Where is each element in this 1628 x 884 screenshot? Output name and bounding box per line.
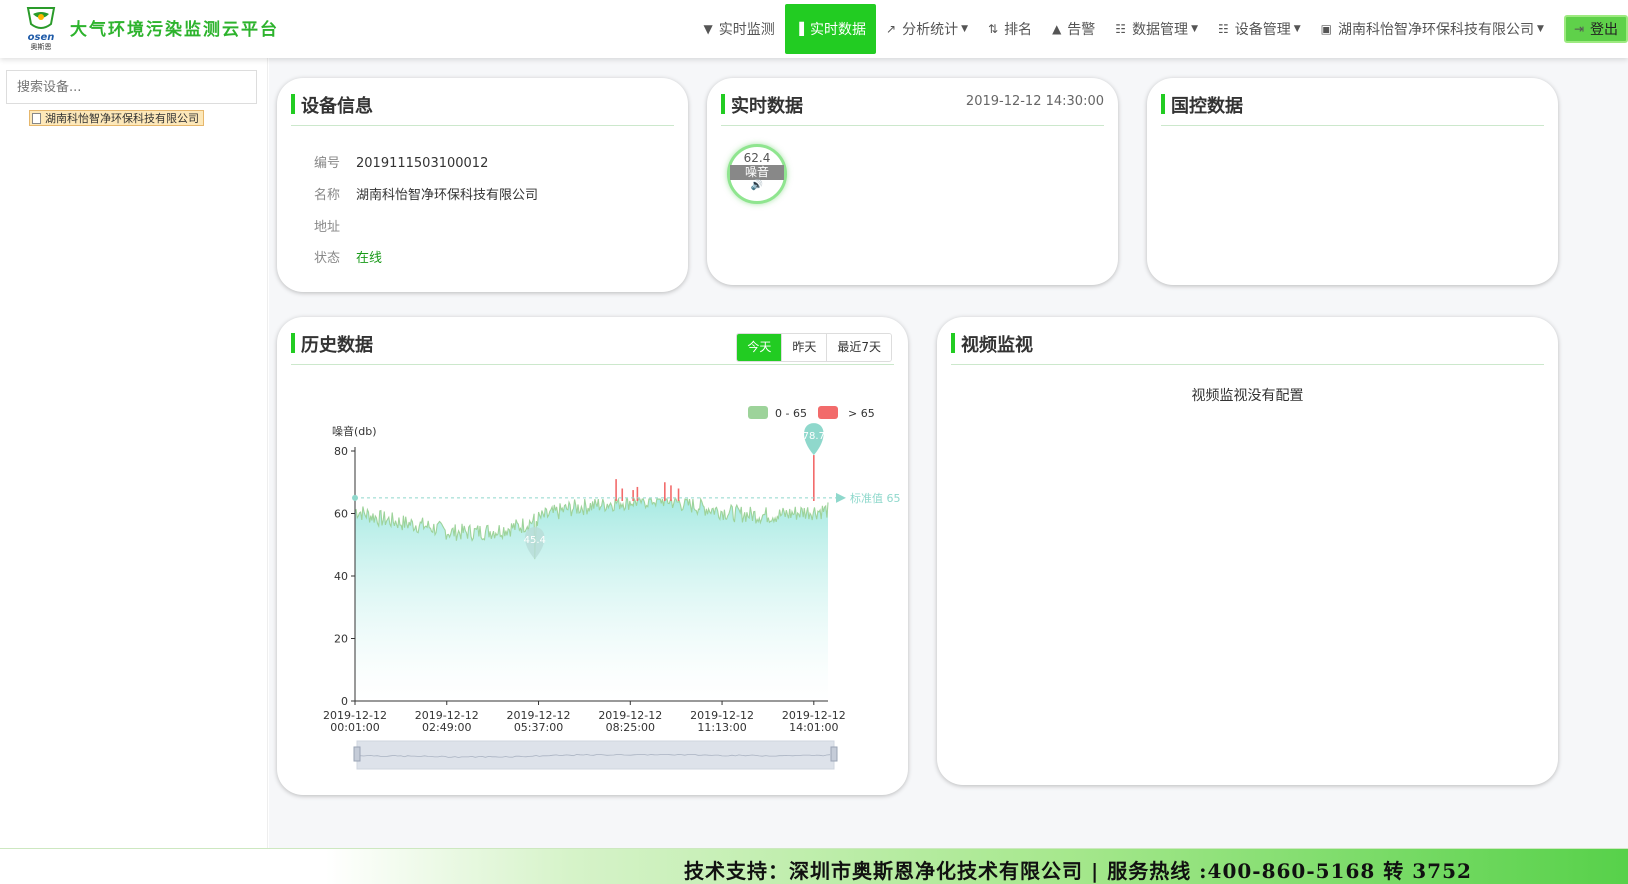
svg-text:奥斯恩: 奥斯恩: [31, 42, 52, 50]
info-row-status: 状态 在线: [314, 251, 383, 266]
nav-company[interactable]: ▣ 湖南科怡智净环保科技有限公司 ▼: [1311, 4, 1554, 54]
sitemap-icon: ☷: [1115, 22, 1127, 36]
bell-icon: ▲: [1052, 22, 1062, 36]
nav-device-management[interactable]: ☷ 设备管理 ▼: [1208, 4, 1311, 54]
top-navbar: osen 奥斯恩 大气环境污染监测云平台 ▼ 实时监测 ▐ 实时数据 ↗ 分析统计 ▼ ⇅ 排名…: [0, 0, 1628, 58]
noise-gauge[interactable]: 62.4 噪音 🔊: [727, 144, 787, 204]
svg-text:osen: osen: [28, 32, 55, 43]
chart-max-pin-label: 78.7: [803, 431, 825, 442]
realtime-timestamp: 2019-12-12 14:30:00: [965, 94, 1104, 109]
nav-alarm[interactable]: ▲ 告警: [1042, 4, 1105, 54]
nav-label: 分析统计: [902, 22, 959, 38]
chart-zoom-handle-left: [353, 746, 361, 762]
nav-analysis[interactable]: ↗ 分析统计 ▼: [876, 4, 978, 54]
video-monitor-card: 视频监视 视频监视没有配置: [937, 317, 1558, 785]
video-header: 视频监视: [951, 331, 1544, 365]
nav-data-management[interactable]: ☷ 数据管理 ▼: [1105, 4, 1208, 54]
device-info-title: 设备信息: [301, 96, 373, 117]
footer-bar: 技术支持：深圳市奥斯恩净化技术有限公司 | 服务热线 :400-860-5168…: [0, 848, 1628, 884]
chart-min-pin-label: 45.4: [524, 535, 546, 546]
national-data-card: 国控数据: [1147, 78, 1558, 285]
national-header: 国控数据: [1161, 92, 1544, 126]
chart-y-tick-label: 40: [334, 570, 348, 583]
line-chart-icon: ↗: [886, 22, 897, 36]
sign-out-icon: ⇥: [1573, 22, 1584, 36]
status-online-text: 在线: [356, 251, 383, 266]
nav-label: 设备管理: [1234, 22, 1291, 38]
video-not-configured-message: 视频监视没有配置: [1191, 388, 1304, 404]
speaker-icon: 🔊: [750, 180, 764, 191]
chart-legend-swatch-normal: [748, 406, 768, 419]
logout-button[interactable]: ⇥ 登出: [1563, 15, 1628, 43]
noise-gauge-label: 噪音: [730, 165, 784, 180]
chart-standard-line-start: [352, 494, 358, 501]
info-row-address: 地址: [314, 220, 341, 235]
chart-legend-label-normal: 0 - 65: [775, 407, 807, 420]
title-accent-bar: [721, 94, 725, 114]
realtime-data-card: 实时数据 2019-12-12 14:30:00 62.4 噪音 🔊: [707, 78, 1118, 285]
chart-area-fill: [355, 499, 828, 701]
video-title: 视频监视: [961, 335, 1033, 356]
caret-down-icon: ▼: [1293, 24, 1301, 34]
main-content: 设备信息 编号 2019111503100012 名称 湖南科怡智净环保科技有限公司…: [269, 58, 1628, 848]
footer-support-text: 技术支持：深圳市奥斯恩净化技术有限公司 | 服务热线 :400-860-5168…: [684, 859, 1472, 883]
chart-y-tick-label: 80: [334, 445, 348, 458]
device-tree-label: 湖南科怡智净环保科技有限公司: [45, 112, 199, 125]
nav-label: 实时数据: [810, 22, 867, 38]
nav-label: 实时监测: [718, 22, 775, 38]
caret-down-icon: ▼: [1537, 24, 1544, 34]
chart-x-tick-time: 00:01:00: [330, 721, 379, 734]
chart-y-tick-label: 20: [334, 633, 348, 646]
nav-ranking[interactable]: ⇅ 排名: [978, 4, 1042, 54]
device-sidebar: 湖南科怡智净环保科技有限公司: [0, 58, 268, 848]
info-row-name: 名称 湖南科怡智净环保科技有限公司: [314, 188, 539, 203]
chart-x-tick-time: 02:49:00: [422, 721, 471, 734]
nav-label: 湖南科怡智净环保科技有限公司: [1338, 22, 1535, 38]
caret-down-icon: ▼: [1191, 24, 1198, 34]
osen-logo-icon: osen 奥斯恩: [26, 7, 56, 50]
nav-label: 告警: [1067, 22, 1096, 38]
chart-zoom-handle-right: [830, 746, 838, 762]
device-tree-item[interactable]: 湖南科怡智净环保科技有限公司: [29, 110, 204, 126]
realtime-title: 实时数据: [731, 96, 803, 117]
logout-label: 登出: [1590, 22, 1618, 38]
id-card-icon: ▣: [1320, 22, 1333, 36]
chart-x-tick-time: 05:37:00: [514, 721, 563, 734]
app-title: 大气环境污染监测云平台: [70, 20, 279, 40]
nav-label: 排名: [1004, 22, 1033, 38]
title-accent-bar: [291, 94, 295, 114]
history-data-card: 历史数据 今天 昨天 最近7天 0 20 40 60 80 噪音(db) 2019-12-1…: [277, 317, 908, 795]
map-marker-icon: ▼: [703, 22, 713, 36]
chart-x-tick-time: 08:25:00: [606, 721, 655, 734]
document-icon: [32, 112, 41, 124]
title-accent-bar: [1161, 94, 1165, 114]
chart-x-tick-time: 11:13:00: [697, 721, 746, 734]
chart-y-tick-label: 60: [334, 508, 348, 521]
device-search-input[interactable]: [6, 70, 257, 104]
chart-legend-label-exceed: > 65: [848, 407, 875, 420]
chart-legend-swatch-exceed: [818, 406, 838, 419]
chart-standard-line-arrow: [836, 492, 846, 503]
caret-down-icon: ▼: [961, 24, 968, 34]
device-info-card: 设备信息 编号 2019111503100012 名称 湖南科怡智净环保科技有限公司…: [277, 78, 688, 292]
chart-y-axis-title: 噪音(db): [332, 424, 377, 438]
info-row-id: 编号 2019111503100012: [314, 156, 489, 171]
device-info-header: 设备信息: [291, 92, 674, 126]
noise-gauge-value: 62.4: [743, 151, 771, 165]
nav-realtime-data[interactable]: ▐ 实时数据: [784, 4, 877, 54]
realtime-header: 实时数据 2019-12-12 14:30:00: [721, 92, 1104, 126]
nav-realtime-monitor[interactable]: ▼ 实时监测: [694, 4, 785, 54]
sort-icon: ⇅: [988, 22, 999, 36]
history-noise-chart[interactable]: 020406080噪音(db)2019-12-1200:01:002019-12…: [277, 317, 908, 795]
chart-standard-line-label: 标准值 65: [850, 491, 901, 505]
sitemap-icon: ☷: [1217, 22, 1229, 36]
bar-chart-icon: ▐: [794, 22, 805, 36]
national-title: 国控数据: [1171, 96, 1243, 117]
title-accent-bar: [951, 333, 955, 353]
main-nav: ▼ 实时监测 ▐ 实时数据 ↗ 分析统计 ▼ ⇅ 排名 ▲ 告警 ☷ 数据管理 ▼ ☷ 设备管理 ▼ ▣ 湖南科怡智…: [694, 0, 1628, 58]
chart-y-tick-label: 0: [341, 695, 348, 708]
nav-label: 数据管理: [1132, 22, 1189, 38]
chart-x-tick-time: 14:01:00: [789, 721, 838, 734]
